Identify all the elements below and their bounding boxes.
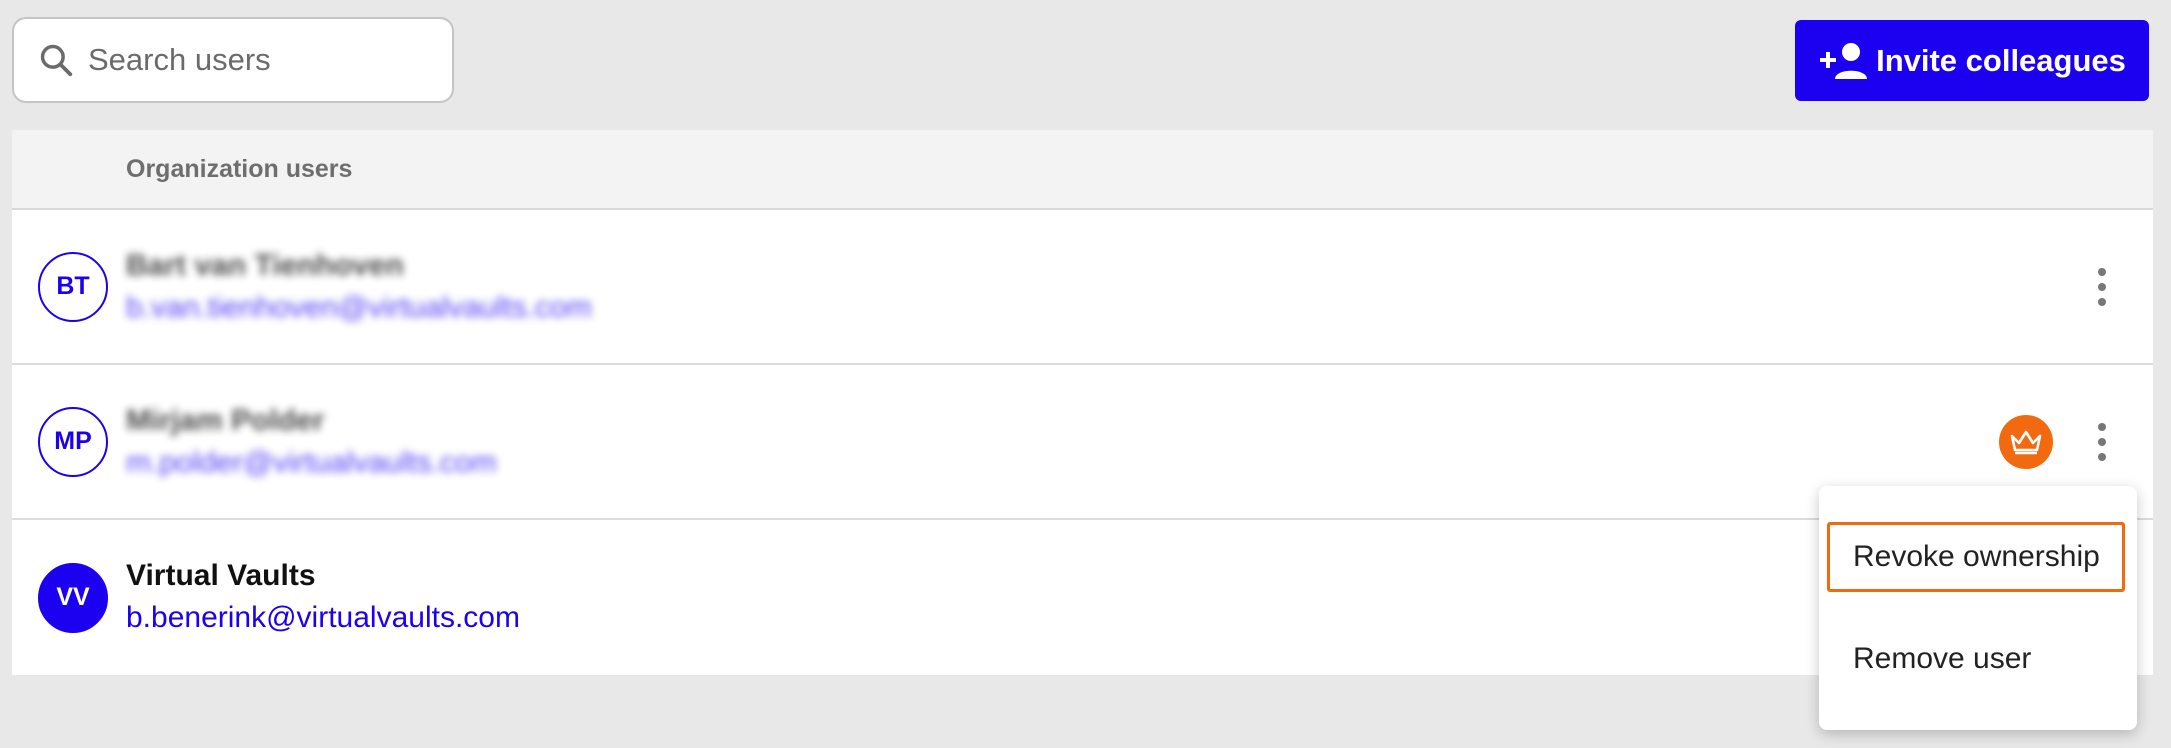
invite-colleagues-label: Invite colleagues — [1876, 42, 2126, 78]
user-info: Mirjam Polder m.polder@virtualvaults.com — [126, 401, 497, 485]
avatar: VV — [38, 562, 108, 633]
user-name: Virtual Vaults — [126, 559, 316, 592]
user-management-page: Invite colleagues Organization users BT … — [0, 0, 2171, 748]
user-email: m.polder@virtualvaults.com — [126, 446, 497, 479]
avatar: MP — [38, 406, 108, 477]
user-name: Mirjam Polder — [126, 404, 325, 437]
crown-icon — [1999, 414, 2053, 469]
revoke-ownership-menu-item[interactable]: Revoke ownership — [1827, 522, 2125, 592]
invite-colleagues-button[interactable]: Invite colleagues — [1795, 20, 2149, 101]
search-icon — [36, 40, 76, 80]
more-vertical-icon[interactable] — [2084, 257, 2120, 317]
more-vertical-icon[interactable] — [2084, 412, 2120, 472]
user-actions-menu: Revoke ownership Remove user — [1819, 486, 2137, 730]
user-email: b.van.tienhoven@virtualvaults.com — [126, 291, 592, 324]
remove-user-menu-item[interactable]: Remove user — [1827, 624, 2125, 694]
user-email: b.benerink@virtualvaults.com — [126, 601, 520, 634]
table-header-label: Organization users — [126, 154, 353, 183]
user-info: Virtual Vaults b.benerink@virtualvaults.… — [126, 556, 520, 640]
user-name: Bart van Tienhoven — [126, 249, 404, 282]
search-box[interactable] — [12, 17, 454, 103]
search-input[interactable] — [88, 42, 428, 78]
avatar: BT — [38, 251, 108, 322]
table-row: BT Bart van Tienhoven b.van.tienhoven@vi… — [12, 210, 2153, 365]
table-header: Organization users — [12, 130, 2153, 210]
add-person-icon — [1818, 41, 1872, 81]
user-info: Bart van Tienhoven b.van.tienhoven@virtu… — [126, 246, 592, 330]
